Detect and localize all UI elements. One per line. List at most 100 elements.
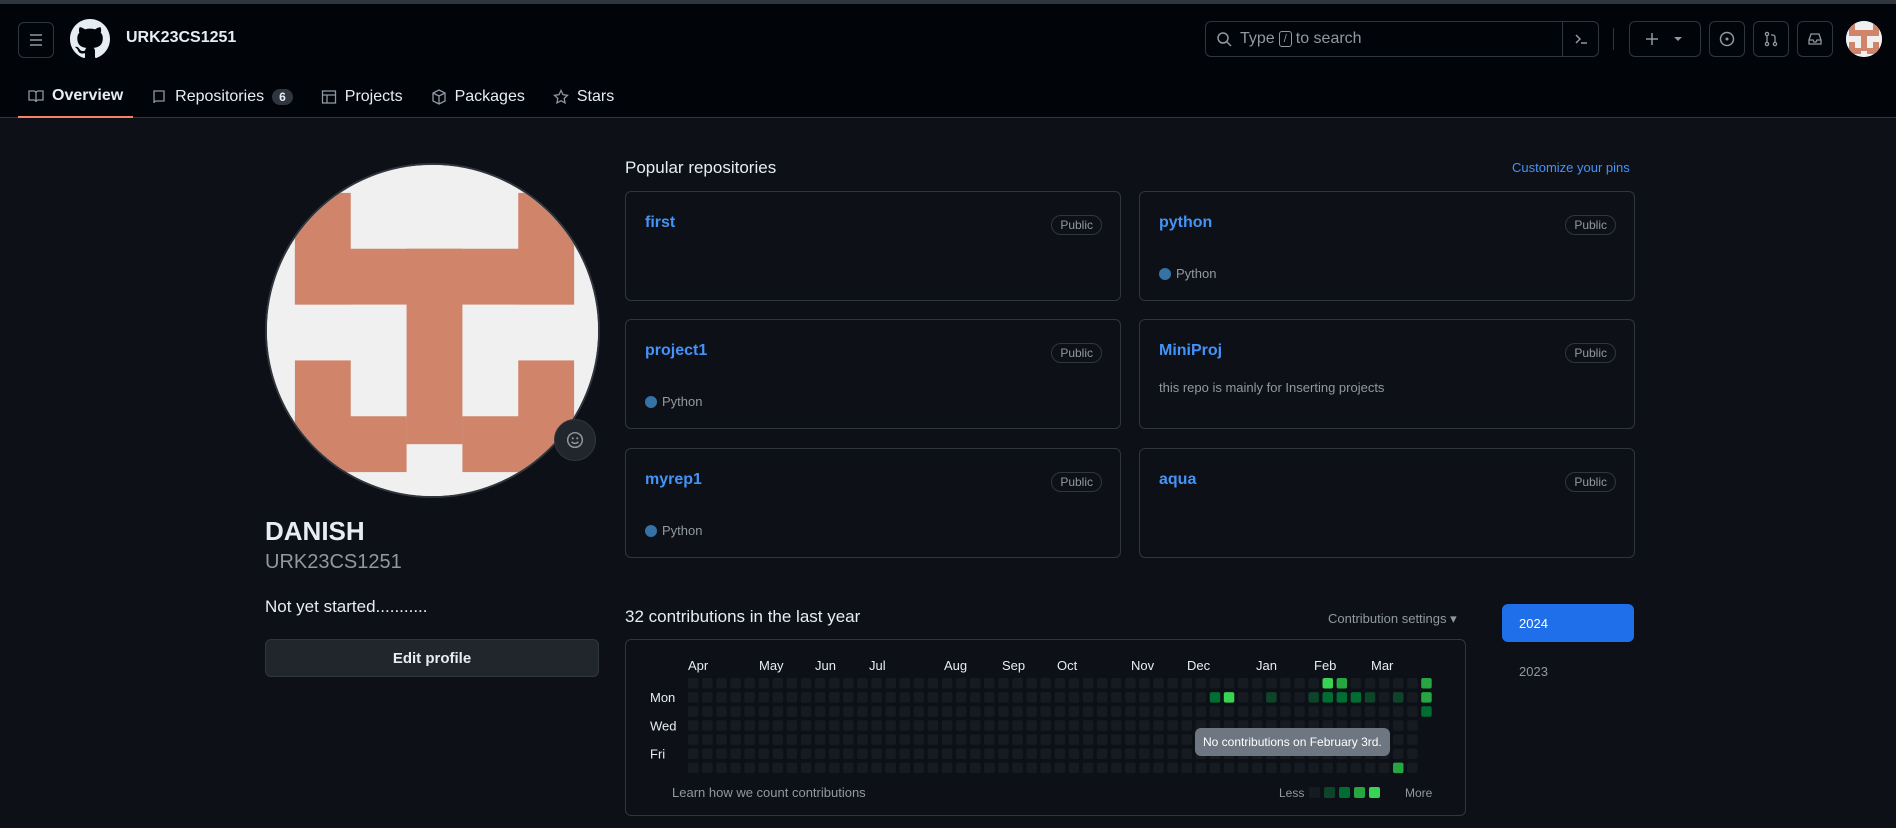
contribution-day[interactable] (1280, 678, 1291, 689)
contribution-day[interactable] (758, 678, 770, 689)
contribution-day[interactable] (786, 678, 798, 689)
contribution-day[interactable] (702, 748, 713, 760)
contribution-day[interactable] (970, 734, 981, 745)
contribution-day[interactable] (970, 720, 981, 731)
contribution-day[interactable] (1012, 734, 1023, 745)
contribution-day[interactable] (998, 720, 1009, 731)
contribution-day[interactable] (1393, 720, 1404, 731)
contribution-day[interactable] (941, 706, 953, 717)
contribution-day[interactable] (716, 734, 727, 745)
contribution-day[interactable] (941, 734, 953, 745)
contribution-day[interactable] (702, 706, 713, 717)
contribution-day[interactable] (1322, 678, 1334, 689)
contribution-day[interactable] (1125, 678, 1136, 689)
contribution-day[interactable] (1237, 678, 1249, 689)
contribution-day[interactable] (1393, 706, 1404, 717)
contribution-day[interactable] (758, 762, 770, 774)
contribution-day[interactable] (1096, 720, 1108, 731)
contribution-day[interactable] (786, 762, 798, 774)
contribution-day[interactable] (744, 762, 755, 774)
contribution-day[interactable] (1096, 734, 1108, 745)
pull-requests-button[interactable] (1753, 21, 1789, 57)
contribution-day[interactable] (829, 720, 840, 731)
repo-name-link[interactable]: MiniProj (1159, 342, 1222, 360)
contribution-day[interactable] (758, 734, 770, 745)
contribution-day[interactable] (1181, 734, 1193, 745)
contribution-day[interactable] (927, 762, 939, 774)
contribution-day[interactable] (744, 692, 755, 703)
contribution-day[interactable] (1393, 692, 1404, 703)
contribution-day[interactable] (885, 762, 896, 774)
contribution-day[interactable] (927, 678, 939, 689)
contribution-day[interactable] (1336, 706, 1348, 717)
contribution-day[interactable] (1125, 706, 1136, 717)
contribution-day[interactable] (913, 762, 925, 774)
contribution-day[interactable] (857, 692, 868, 703)
contribution-day[interactable] (1407, 692, 1418, 703)
contribution-day[interactable] (1266, 706, 1277, 717)
contribution-day[interactable] (829, 748, 840, 760)
contribution-day[interactable] (1181, 706, 1193, 717)
tab-overview[interactable]: Overview (18, 76, 134, 118)
contribution-day[interactable] (1026, 706, 1037, 717)
contribution-day[interactable] (814, 678, 826, 689)
contribution-day[interactable] (1026, 720, 1037, 731)
contribution-day[interactable] (970, 678, 981, 689)
contribution-day[interactable] (1111, 678, 1122, 689)
contribution-day[interactable] (941, 748, 953, 760)
contribution-day[interactable] (1407, 678, 1418, 689)
contribution-day[interactable] (1350, 762, 1362, 774)
contribution-day[interactable] (1012, 720, 1023, 731)
contribution-day[interactable] (941, 762, 953, 774)
contribution-day[interactable] (800, 692, 812, 703)
contribution-day[interactable] (984, 734, 995, 745)
issues-button[interactable] (1709, 21, 1745, 57)
contribution-day[interactable] (1252, 692, 1263, 703)
contribution-day[interactable] (1378, 706, 1390, 717)
contribution-day[interactable] (1139, 720, 1150, 731)
contribution-day[interactable] (1280, 692, 1291, 703)
contribution-day[interactable] (744, 720, 755, 731)
contribution-day[interactable] (1308, 692, 1319, 703)
contribution-day[interactable] (716, 692, 727, 703)
contribution-day[interactable] (702, 762, 713, 774)
contribution-day[interactable] (702, 692, 713, 703)
contribution-day[interactable] (772, 706, 784, 717)
contribution-day[interactable] (871, 706, 882, 717)
contribution-day[interactable] (688, 748, 699, 760)
contribution-day[interactable] (1308, 706, 1319, 717)
contribution-day[interactable] (1096, 678, 1108, 689)
contribution-day[interactable] (1378, 678, 1390, 689)
contribution-day[interactable] (1393, 762, 1404, 774)
contribution-day[interactable] (1294, 678, 1305, 689)
contribution-day[interactable] (1082, 734, 1094, 745)
contribution-day[interactable] (913, 678, 925, 689)
contribution-day[interactable] (772, 762, 784, 774)
contribution-day[interactable] (1125, 720, 1136, 731)
repo-name-link[interactable]: python (1159, 214, 1212, 232)
contribution-day[interactable] (871, 720, 882, 731)
contribution-day[interactable] (1421, 678, 1432, 689)
contribution-day[interactable] (1068, 734, 1080, 745)
contribution-day[interactable] (1139, 748, 1150, 760)
contribution-day[interactable] (688, 692, 699, 703)
contribution-day[interactable] (955, 692, 967, 703)
contribution-day[interactable] (1223, 678, 1235, 689)
contribution-day[interactable] (716, 706, 727, 717)
contribution-day[interactable] (1026, 692, 1037, 703)
contribution-day[interactable] (1266, 678, 1277, 689)
contribution-day[interactable] (730, 762, 741, 774)
contribution-day[interactable] (758, 706, 770, 717)
contribution-day[interactable] (1153, 762, 1164, 774)
contribution-day[interactable] (1364, 706, 1376, 717)
contribution-day[interactable] (1378, 762, 1390, 774)
contribution-day[interactable] (1294, 706, 1305, 717)
contribution-day[interactable] (955, 678, 967, 689)
tab-stars[interactable]: Stars (543, 76, 624, 118)
contribution-day[interactable] (1407, 748, 1418, 760)
contribution-day[interactable] (1125, 748, 1136, 760)
contribution-day[interactable] (1139, 692, 1150, 703)
contribution-day[interactable] (772, 678, 784, 689)
contribution-day[interactable] (1026, 762, 1037, 774)
contribution-day[interactable] (1167, 720, 1178, 731)
